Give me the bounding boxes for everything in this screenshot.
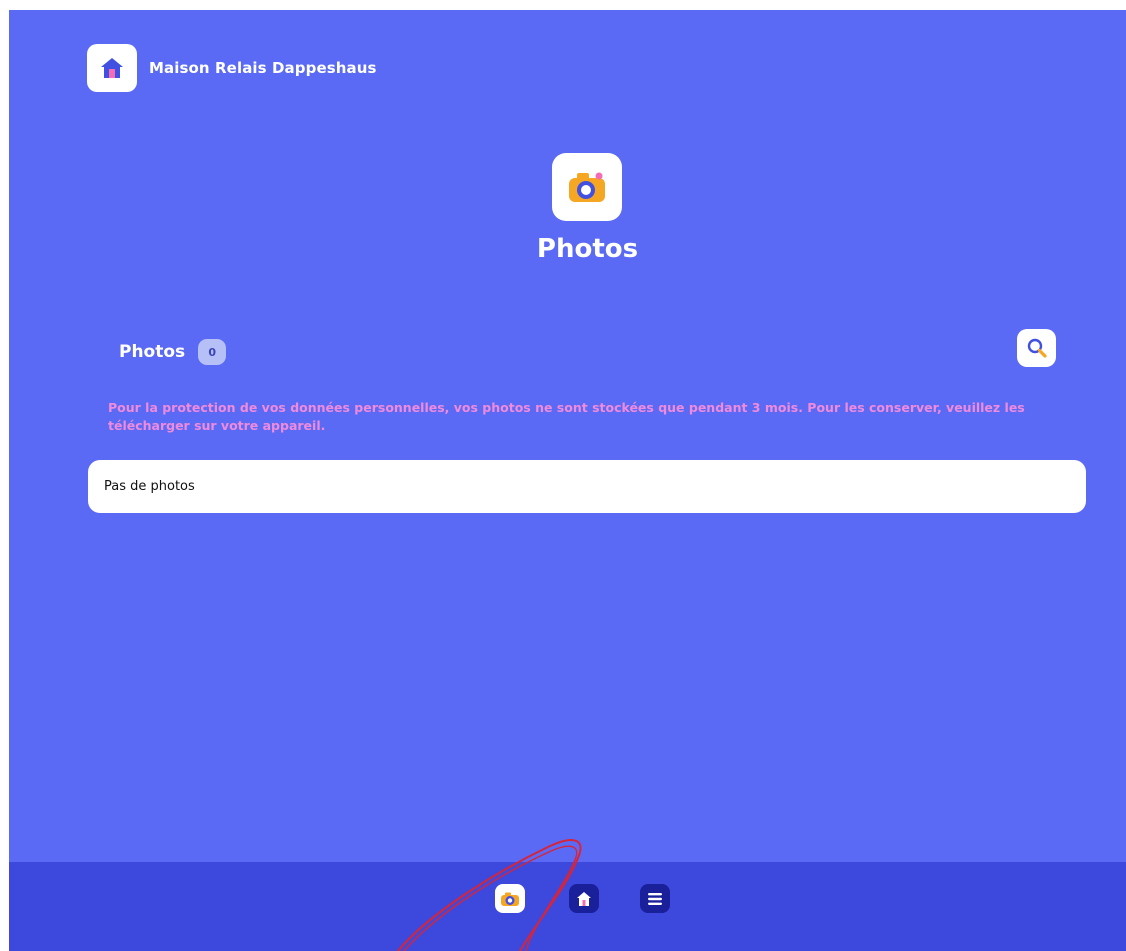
nav-home-button[interactable] (569, 884, 599, 913)
camera-icon (569, 172, 605, 202)
photo-count-badge: 0 (198, 339, 227, 365)
section-header: Photos 0 (119, 339, 227, 365)
photos-list: Pas de photos (88, 460, 1086, 513)
house-icon (577, 891, 591, 906)
org-header: Maison Relais Dappeshaus (87, 44, 377, 92)
nav-photos-button[interactable] (495, 884, 525, 913)
house-icon (101, 58, 123, 78)
app-screen: Maison Relais Dappeshaus Photos Photos 0… (9, 10, 1126, 951)
menu-icon (648, 892, 662, 905)
camera-icon (501, 892, 519, 906)
search-icon (1027, 338, 1047, 358)
search-button[interactable] (1017, 329, 1056, 367)
bottom-nav (9, 862, 1126, 951)
nav-menu-button[interactable] (640, 884, 670, 913)
photos-hero-icon (552, 153, 622, 221)
empty-state-text: Pas de photos (104, 479, 195, 494)
privacy-notice: Pour la protection de vos données person… (108, 400, 1025, 433)
page-title: Photos (536, 234, 639, 264)
section-title: Photos (119, 342, 186, 362)
org-logo[interactable] (87, 44, 137, 92)
org-name: Maison Relais Dappeshaus (149, 59, 377, 77)
